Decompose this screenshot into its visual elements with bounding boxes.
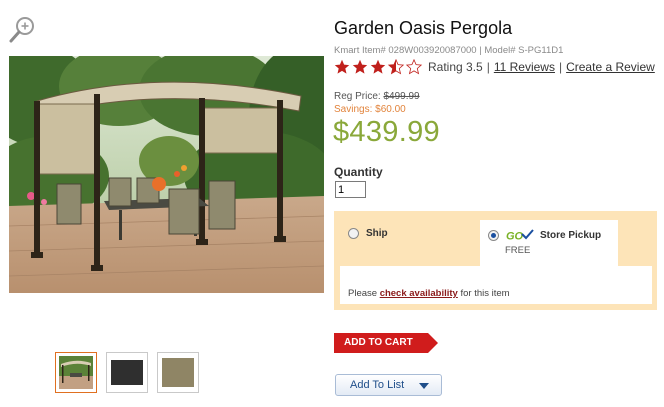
store-pickup-option[interactable]: GO Store Pickup FREE xyxy=(480,220,618,266)
regular-price: Reg Price: $499.99 xyxy=(334,91,420,102)
reviews-link[interactable]: 11 Reviews xyxy=(494,60,555,74)
thumbnail-fabric-dark[interactable] xyxy=(106,352,148,393)
star-icon xyxy=(334,59,350,74)
fulfillment-panel: Ship GO Store Pickup FREE Please check a… xyxy=(334,211,657,310)
store-pickup-radio[interactable] xyxy=(488,229,499,241)
svg-text:GO: GO xyxy=(506,231,524,242)
store-pickup-label: Store Pickup xyxy=(540,229,602,241)
availability-prefix: Please xyxy=(348,288,380,299)
star-rating xyxy=(334,59,426,75)
add-to-cart-arrow xyxy=(428,333,438,353)
thumbnail-fabric-tan[interactable] xyxy=(157,352,199,393)
product-main-image[interactable] xyxy=(9,56,324,293)
star-icon xyxy=(352,59,368,74)
star-half-icon xyxy=(387,59,405,75)
add-to-list-button[interactable]: Add To List xyxy=(335,374,442,396)
ship-label: Ship xyxy=(366,228,388,239)
create-review-link[interactable]: Create a Review xyxy=(566,60,655,74)
quantity-input[interactable] xyxy=(335,181,366,198)
rating-text: Rating 3.5 xyxy=(428,60,483,74)
sale-price: $439.99 xyxy=(333,116,440,148)
separator: | xyxy=(558,60,563,74)
go-logo-icon: GO xyxy=(506,229,534,241)
availability-suffix: for this item xyxy=(457,288,510,299)
product-title: Garden Oasis Pergola xyxy=(334,18,513,38)
product-item-model: Kmart Item# 028W003920087000 | Model# S-… xyxy=(334,45,564,56)
separator: | xyxy=(486,60,490,74)
rating-row: Rating 3.5 | 11 Reviews | Create a Revie… xyxy=(334,59,655,75)
pickup-free-label: FREE xyxy=(505,245,531,256)
ship-radio[interactable] xyxy=(348,228,359,239)
thumbnail-pergola-scene[interactable] xyxy=(55,352,97,393)
thumbnail-strip xyxy=(55,352,199,393)
add-to-list-label: Add To List xyxy=(350,379,405,391)
savings-text: Savings: $60.00 xyxy=(334,104,406,115)
quantity-label: Quantity xyxy=(334,165,383,179)
check-availability-link[interactable]: check availability xyxy=(380,288,458,299)
star-empty-icon xyxy=(405,59,423,75)
caret-down-icon xyxy=(419,383,429,389)
availability-text: Please check availability for this item xyxy=(348,288,510,299)
zoom-icon[interactable] xyxy=(8,14,38,44)
regular-price-label: Reg Price: xyxy=(334,91,384,102)
add-to-cart-label: ADD TO CART xyxy=(344,337,413,348)
star-icon xyxy=(370,59,386,74)
ship-option[interactable]: Ship xyxy=(348,228,388,239)
regular-price-value: $499.99 xyxy=(383,91,420,102)
pickup-details: Please check availability for this item xyxy=(340,266,652,304)
